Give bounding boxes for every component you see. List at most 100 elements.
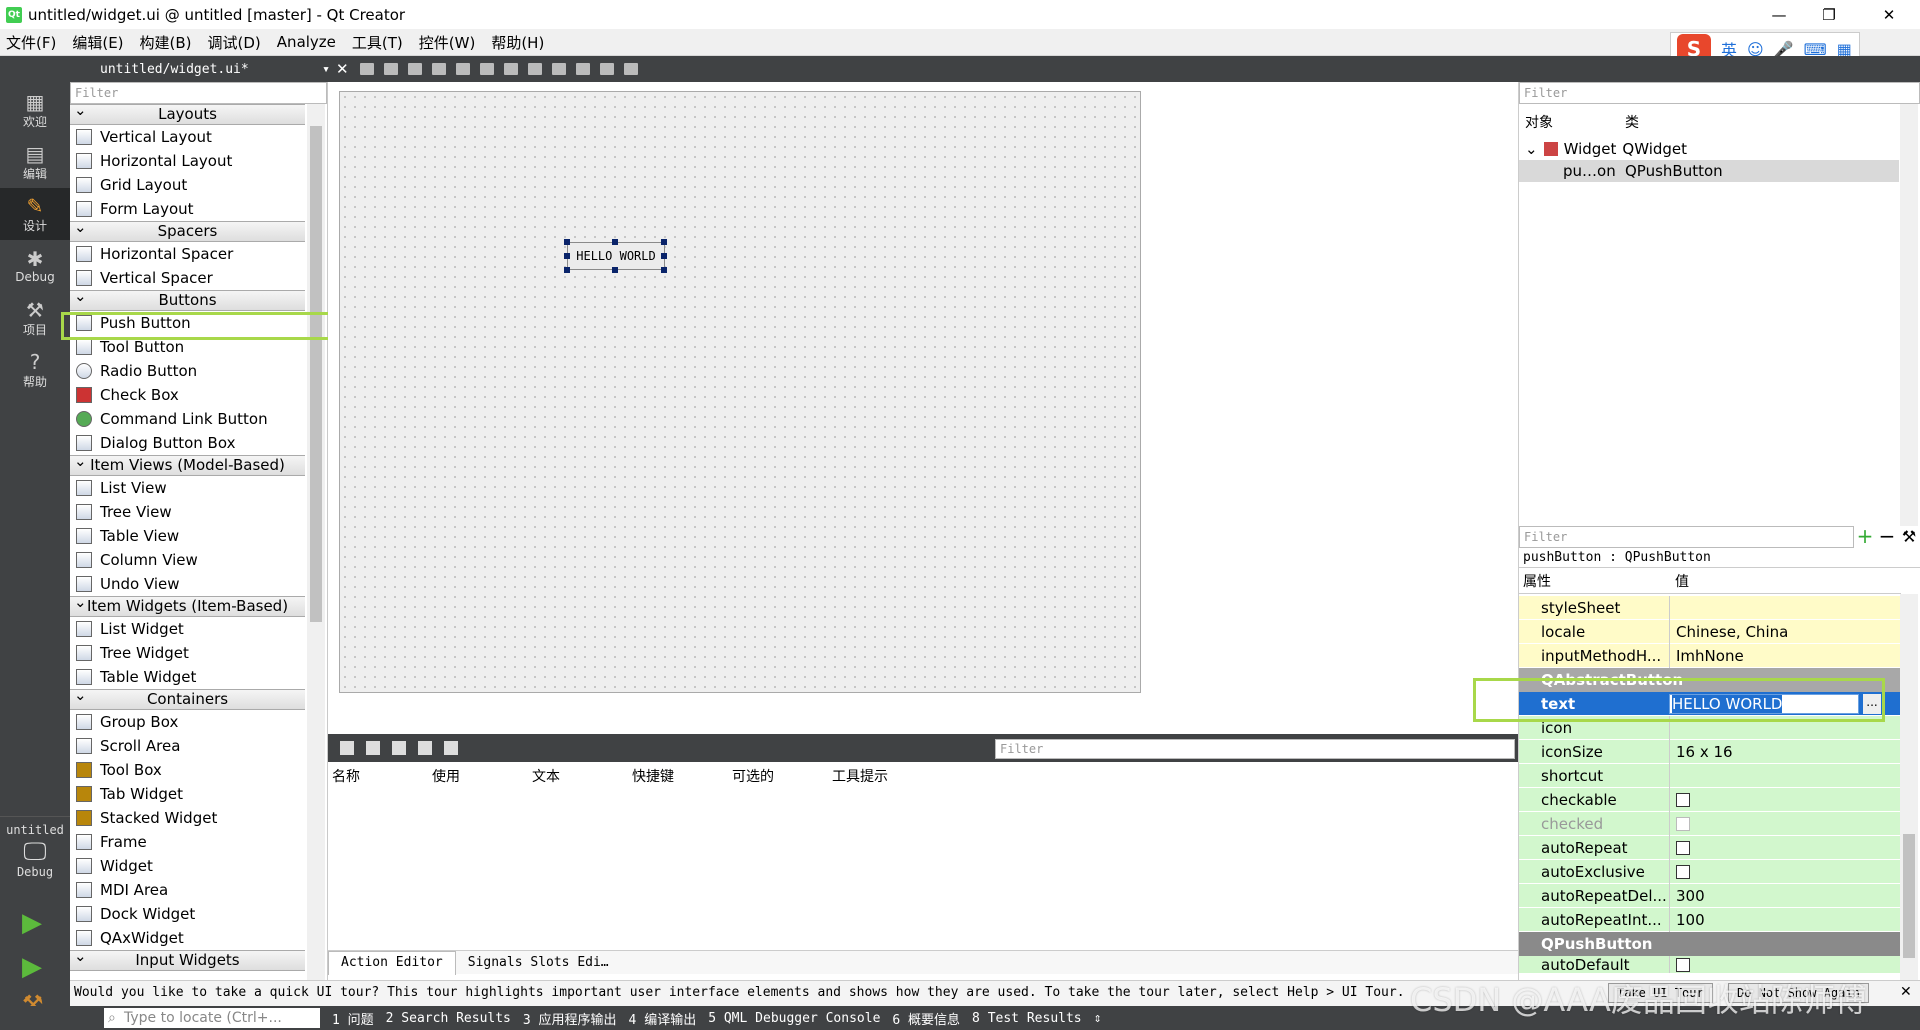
widget-box-scrollbar[interactable]: [307, 104, 325, 1002]
paste-action-icon[interactable]: [392, 741, 406, 755]
property-value[interactable]: 100: [1669, 907, 1901, 932]
property-filter-input[interactable]: Filter: [1519, 526, 1854, 548]
widget-filter-input[interactable]: Filter: [70, 82, 327, 104]
copy-action-icon[interactable]: [366, 741, 380, 755]
layout-splitter-v-icon[interactable]: [527, 63, 542, 75]
property-autorepeat[interactable]: autoRepeat: [1519, 835, 1901, 860]
widget-form-layout[interactable]: Form Layout: [70, 197, 305, 221]
category-buttons[interactable]: Buttons: [70, 287, 305, 311]
widget-scroll-area[interactable]: Scroll Area: [70, 734, 305, 758]
mode-design[interactable]: ✎ 设计: [0, 188, 70, 240]
widget-dock-widget[interactable]: Dock Widget: [70, 902, 305, 926]
property-autodefault[interactable]: autoDefault: [1519, 956, 1901, 974]
resize-handle[interactable]: [661, 267, 667, 273]
resize-handle[interactable]: [564, 239, 570, 245]
minimize-icon[interactable]: —: [1756, 0, 1802, 29]
section-qpushbutton[interactable]: QPushButton: [1519, 932, 1901, 956]
widget-dialog-button-box[interactable]: Dialog Button Box: [70, 431, 305, 455]
property-iconsize[interactable]: iconSize 16 x 16: [1519, 739, 1901, 764]
column-property[interactable]: 属性: [1519, 570, 1669, 593]
menu-widgets[interactable]: 控件(W): [419, 32, 476, 53]
edit-signals-icon[interactable]: [383, 63, 398, 75]
edit-widgets-icon[interactable]: [359, 63, 374, 75]
column-tooltip[interactable]: 工具提示: [832, 766, 932, 786]
tab-signals-slots[interactable]: Signals Slots Edi…: [456, 955, 621, 970]
property-value[interactable]: Chinese, China: [1669, 619, 1901, 644]
chevron-updown-icon[interactable]: ⇕: [1094, 1011, 1102, 1026]
widget-list-widget[interactable]: List Widget: [70, 617, 305, 641]
column-shortcut[interactable]: 快捷键: [632, 766, 732, 786]
column-value[interactable]: 值: [1669, 570, 1689, 593]
configure-icon[interactable]: [444, 741, 458, 755]
property-autoexclusive[interactable]: autoExclusive: [1519, 859, 1901, 884]
menu-debug[interactable]: 调试(D): [208, 32, 261, 53]
scrollbar-thumb[interactable]: [310, 126, 322, 622]
object-row-widget[interactable]: ⌄ Widget QWidget: [1519, 138, 1899, 160]
resize-handle[interactable]: [564, 253, 570, 259]
menu-edit[interactable]: 编辑(E): [72, 32, 123, 53]
category-input-widgets[interactable]: Input Widgets: [70, 947, 305, 971]
object-filter-input[interactable]: Filter: [1519, 82, 1920, 104]
output-tab-general-messages[interactable]: 6 概要信息: [892, 1009, 960, 1028]
widget-undo-view[interactable]: Undo View: [70, 572, 305, 596]
widget-list-view[interactable]: List View: [70, 476, 305, 500]
category-item-widgets[interactable]: Item Widgets (Item-Based): [70, 593, 305, 617]
autoexclusive-checkbox[interactable]: [1676, 865, 1690, 879]
resize-handle[interactable]: [612, 239, 618, 245]
widget-horizontal-layout[interactable]: Horizontal Layout: [70, 149, 305, 173]
column-used[interactable]: 使用: [432, 766, 532, 786]
delete-action-icon[interactable]: [418, 741, 432, 755]
adjust-size-icon[interactable]: [623, 63, 638, 75]
new-action-icon[interactable]: [340, 741, 354, 755]
close-message-icon[interactable]: ✕: [1900, 984, 1912, 1000]
scrollbar-thumb[interactable]: [1903, 834, 1915, 958]
menu-file[interactable]: 文件(F): [6, 32, 56, 53]
column-class[interactable]: 类: [1625, 112, 1639, 132]
property-value[interactable]: 300: [1669, 883, 1901, 908]
chevron-down-icon[interactable]: ⌄: [1525, 140, 1538, 158]
resize-handle[interactable]: [564, 267, 570, 273]
output-tab-application-output[interactable]: 3 应用程序输出: [523, 1009, 617, 1028]
widget-tab-widget[interactable]: Tab Widget: [70, 782, 305, 806]
kit-selector[interactable]: untitled 🖵 Debug: [0, 816, 70, 890]
widget-tree-view[interactable]: Tree View: [70, 500, 305, 524]
restore-icon[interactable]: ❐: [1806, 0, 1852, 29]
output-tab-qml-debugger[interactable]: 5 QML Debugger Console: [708, 1011, 880, 1026]
mode-debug[interactable]: ✱ Debug: [0, 240, 70, 292]
layout-form-icon[interactable]: [575, 63, 590, 75]
widget-frame[interactable]: Frame: [70, 830, 305, 854]
column-name[interactable]: 名称: [332, 766, 432, 786]
resize-handle[interactable]: [661, 253, 667, 259]
autodefault-checkbox[interactable]: [1676, 958, 1690, 972]
menu-build[interactable]: 构建(B): [140, 32, 192, 53]
widget-vertical-layout[interactable]: Vertical Layout: [70, 125, 305, 149]
property-value[interactable]: 16 x 16: [1669, 739, 1901, 764]
widget-mdi-area[interactable]: MDI Area: [70, 878, 305, 902]
widget-column-view[interactable]: Column View: [70, 548, 305, 572]
widget-table-widget[interactable]: Table Widget: [70, 665, 305, 689]
property-stylesheet[interactable]: styleSheet: [1519, 595, 1901, 620]
edit-tab-order-icon[interactable]: [431, 63, 446, 75]
property-value[interactable]: ImhNone: [1669, 643, 1901, 668]
configure-wrench-icon[interactable]: ⚒: [1898, 526, 1920, 548]
widget-group-box[interactable]: Group Box: [70, 710, 305, 734]
form-canvas[interactable]: [339, 91, 1141, 693]
chevron-down-icon[interactable]: ▾: [322, 62, 330, 77]
column-text[interactable]: 文本: [532, 766, 632, 786]
widget-grid-layout[interactable]: Grid Layout: [70, 173, 305, 197]
layout-grid-icon[interactable]: [551, 63, 566, 75]
property-inputmethodhints[interactable]: inputMethodH... ImhNone: [1519, 643, 1901, 668]
property-value[interactable]: [1669, 595, 1901, 620]
widget-qaxwidget[interactable]: QAxWidget: [70, 926, 305, 950]
resize-handle[interactable]: [612, 267, 618, 273]
category-containers[interactable]: Containers: [70, 686, 305, 710]
property-editor-scrollbar[interactable]: [1900, 594, 1918, 980]
remove-property-icon[interactable]: −: [1876, 526, 1898, 548]
property-autorepeatinterval[interactable]: autoRepeatInt... 100: [1519, 907, 1901, 932]
widget-stacked-widget[interactable]: Stacked Widget: [70, 806, 305, 830]
widget-check-box[interactable]: Check Box: [70, 383, 305, 407]
output-tab-issues[interactable]: 1 问题: [332, 1009, 374, 1028]
widget-tree-widget[interactable]: Tree Widget: [70, 641, 305, 665]
property-locale[interactable]: locale Chinese, China: [1519, 619, 1901, 644]
mode-edit[interactable]: ▤ 编辑: [0, 136, 70, 188]
